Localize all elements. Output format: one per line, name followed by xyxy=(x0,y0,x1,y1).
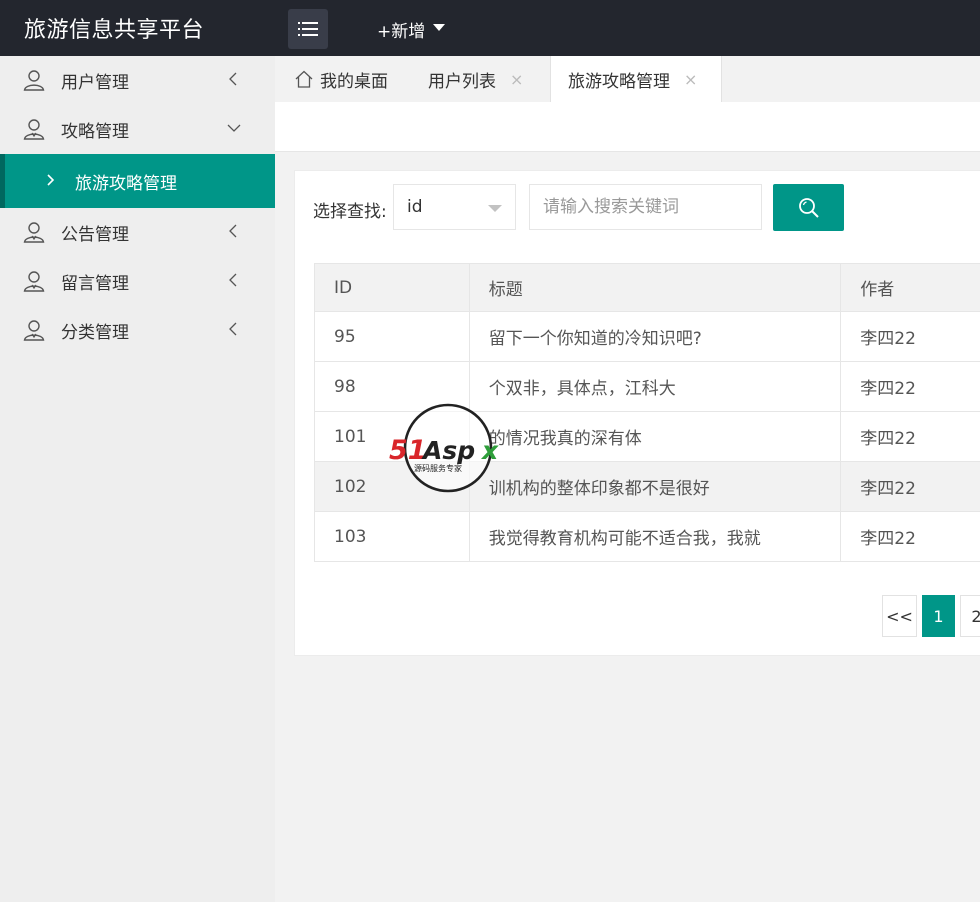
svg-text:源码服务专家: 源码服务专家 xyxy=(414,463,462,473)
top-bar: 旅游信息共享平台 +新增 xyxy=(0,0,980,56)
user-icon xyxy=(23,320,45,341)
page-button[interactable]: 2 xyxy=(960,595,980,637)
cell-title: 个双非，具体点，江科大 xyxy=(468,361,842,412)
close-icon[interactable]: × xyxy=(510,70,523,89)
svg-text:Asp: Asp xyxy=(421,436,475,465)
app-logo[interactable]: 旅游信息共享平台 xyxy=(24,12,204,44)
sidebar-subitem-travel-guides[interactable]: 旅游攻略管理 xyxy=(0,154,275,208)
table-row[interactable]: 95 留下一个你知道的冷知识吧? 李四22 xyxy=(314,311,980,362)
tab-label: 用户列表 xyxy=(428,71,496,92)
chevron-right-icon xyxy=(47,174,55,186)
table-row[interactable]: 103 我觉得教育机构可能不适合我，我就 李四22 xyxy=(314,511,980,562)
home-icon xyxy=(295,70,313,88)
svg-text:51: 51 xyxy=(389,435,427,466)
cell-title: 留下一个你知道的冷知识吧? xyxy=(468,311,842,362)
search-label: 选择查找: xyxy=(313,202,387,222)
cell-author: 李四22 xyxy=(840,461,980,512)
cell-id: 103 xyxy=(314,511,470,562)
tab-my-desktop[interactable]: 我的桌面 xyxy=(294,56,388,102)
sidebar-item-label: 公告管理 xyxy=(61,225,129,245)
sidebar-item-users[interactable]: 用户管理 xyxy=(0,56,275,105)
cell-author: 李四22 xyxy=(840,361,980,412)
sidebar-item-guides[interactable]: 攻略管理 xyxy=(0,105,275,154)
cell-title: 我觉得教育机构可能不适合我，我就 xyxy=(468,511,842,562)
sidebar-item-label: 留言管理 xyxy=(61,274,129,294)
tab-label: 旅游攻略管理 xyxy=(568,71,670,92)
sidebar-item-announcements[interactable]: 公告管理 xyxy=(0,208,275,257)
cell-author: 李四22 xyxy=(840,511,980,562)
tab-travel-guides[interactable]: 旅游攻略管理 × xyxy=(550,56,722,102)
cell-id: 95 xyxy=(314,311,470,362)
add-new-dropdown[interactable]: +新增 xyxy=(377,17,446,42)
search-field-value: id xyxy=(407,197,423,217)
page-button-current[interactable]: 1 xyxy=(922,595,955,637)
column-header-title[interactable]: 标题 xyxy=(468,263,842,312)
sidebar-item-label: 用户管理 xyxy=(61,73,129,93)
dropdown-arrow-icon xyxy=(488,205,502,212)
sidebar-item-label: 攻略管理 xyxy=(61,122,129,142)
content-header-strip xyxy=(275,102,980,152)
user-icon xyxy=(23,119,45,140)
column-header-author[interactable]: 作者 xyxy=(840,263,980,312)
pagination: << 1 2 xyxy=(882,595,980,637)
chevron-left-icon xyxy=(229,224,237,238)
cell-author: 李四22 xyxy=(840,311,980,362)
sidebar-item-categories[interactable]: 分类管理 xyxy=(0,306,275,355)
user-icon xyxy=(23,70,45,91)
user-icon xyxy=(23,271,45,292)
column-header-id[interactable]: ID xyxy=(314,263,470,312)
sidebar-item-messages[interactable]: 留言管理 xyxy=(0,257,275,306)
sidebar-item-label: 分类管理 xyxy=(61,323,129,343)
user-icon xyxy=(23,222,45,243)
chevron-left-icon xyxy=(229,322,237,336)
sidebar-subitem-label: 旅游攻略管理 xyxy=(75,173,177,194)
search-input[interactable] xyxy=(529,184,762,230)
sidebar: 用户管理 攻略管理 旅游攻略管理 公告管理 留言管理 分类管理 xyxy=(0,56,275,902)
search-icon xyxy=(798,197,819,218)
watermark-logo: 51 Asp x 源码服务专家 xyxy=(389,403,499,493)
chevron-down-icon xyxy=(227,124,241,132)
add-new-label: +新增 xyxy=(377,22,426,42)
search-button[interactable] xyxy=(773,184,844,231)
cell-author: 李四22 xyxy=(840,411,980,462)
cell-title: 训机构的整体印象都不是很好 xyxy=(468,461,842,512)
close-icon[interactable]: × xyxy=(684,70,697,89)
menu-toggle-button[interactable] xyxy=(288,9,328,49)
tab-bar: 我的桌面 用户列表 × 旅游攻略管理 × xyxy=(275,56,980,102)
chevron-left-icon xyxy=(229,273,237,287)
tab-label: 我的桌面 xyxy=(320,71,388,92)
cell-title: 的情况我真的深有体 xyxy=(468,411,842,462)
tab-user-list[interactable]: 用户列表 × xyxy=(428,56,523,102)
svg-text:x: x xyxy=(480,436,499,465)
caret-down-icon xyxy=(433,24,446,31)
chevron-left-icon xyxy=(229,72,237,86)
list-icon xyxy=(298,22,318,36)
search-field-select[interactable]: id xyxy=(393,184,516,230)
prev-page-button[interactable]: << xyxy=(882,595,917,637)
table-header-row: ID 标题 作者 xyxy=(314,263,980,312)
